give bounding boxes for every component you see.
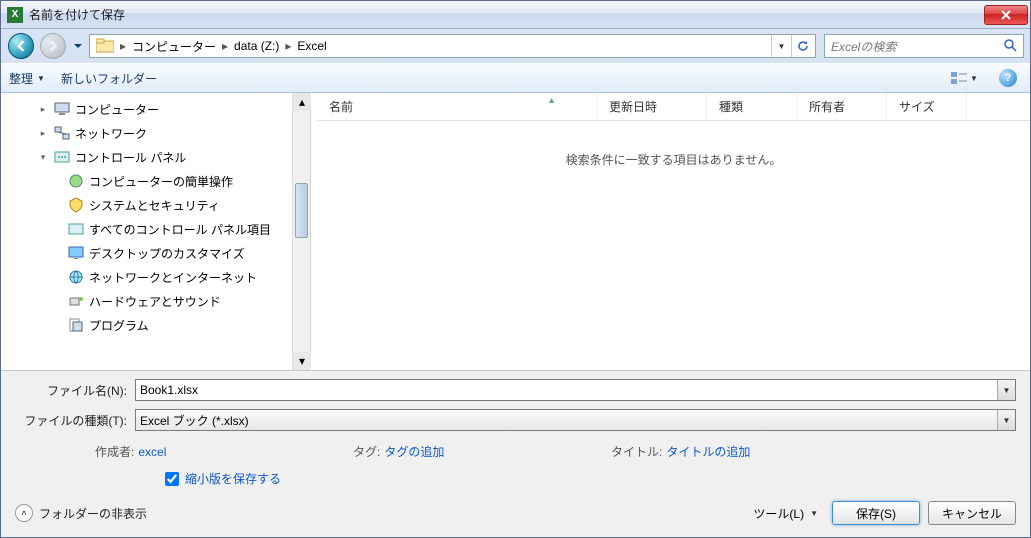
folder-tree-sidebar: ▸ コンピューター ▸ ネットワーク ▾ コントロール パネルコンピューターの簡単操作シス… — [1, 93, 311, 370]
titlebar: X 名前を付けて保存 — [1, 1, 1030, 29]
filename-input[interactable]: Book1.xlsx ▼ — [135, 379, 1016, 401]
tag-label: タグ: — [353, 443, 380, 460]
title-add-link[interactable]: タイトルの追加 — [666, 443, 750, 460]
folder-icon — [96, 38, 114, 54]
save-thumbnail-checkbox[interactable] — [165, 472, 179, 486]
tree-item-label: デスクトップのカスタマイズ — [89, 245, 245, 262]
tree-item-label: ネットワークとインターネット — [89, 269, 257, 286]
search-placeholder: Excelの検索 — [831, 38, 1003, 55]
navbar: ▸ コンピューター ▸ data (Z:) ▸ Excel ▼ Excelの検索 — [1, 29, 1030, 63]
hardware-icon — [67, 293, 85, 309]
breadcrumb-separator-icon: ▸ — [118, 39, 128, 53]
save-button[interactable]: 保存(S) — [832, 501, 920, 525]
excel-icon: X — [7, 7, 23, 23]
computer-icon — [53, 101, 71, 117]
file-list-pane: 名前▲ 更新日時 種類 所有者 サイズ 検索条件に一致する項目はありません。 — [317, 93, 1030, 370]
column-headers[interactable]: 名前▲ 更新日時 種類 所有者 サイズ — [317, 93, 1030, 121]
tree-item[interactable]: プログラム — [1, 313, 292, 337]
breadcrumb-folder[interactable]: Excel — [293, 35, 330, 57]
tree-item-label: ネットワーク — [75, 125, 147, 142]
scroll-thumb[interactable] — [295, 183, 308, 238]
tools-button[interactable]: ツール(L)▼ — [747, 505, 824, 522]
tree-item-label: ハードウェアとサウンド — [89, 293, 221, 310]
ease-icon — [67, 173, 85, 189]
programs-icon — [67, 317, 85, 333]
forward-button[interactable] — [39, 32, 67, 60]
sort-indicator-icon: ▲ — [547, 95, 556, 105]
tree-item-label: コントロール パネル — [75, 149, 186, 166]
desktop-icon — [67, 245, 85, 261]
window-title: 名前を付けて保存 — [29, 6, 984, 23]
bottom-panel: ファイル名(N): Book1.xlsx ▼ ファイルの種類(T): Excel… — [1, 370, 1030, 537]
help-button[interactable]: ? — [994, 67, 1022, 89]
folder-tree[interactable]: ▸ コンピューター ▸ ネットワーク ▾ コントロール パネルコンピューターの簡単操作シス… — [1, 93, 292, 370]
filename-value: Book1.xlsx — [140, 383, 198, 397]
filename-label: ファイル名(N): — [15, 382, 135, 399]
breadcrumb-drive[interactable]: data (Z:) — [230, 35, 283, 57]
column-type[interactable]: 種類 — [707, 93, 797, 120]
view-options-button[interactable]: ▼ — [950, 67, 978, 89]
author-label: 作成者: — [95, 443, 134, 460]
breadcrumb-computer[interactable]: コンピューター — [128, 35, 220, 57]
hide-folders-button[interactable]: ˄ フォルダーの非表示 — [15, 504, 147, 522]
filetype-label: ファイルの種類(T): — [15, 412, 135, 429]
author-value[interactable]: excel — [138, 445, 166, 459]
tree-item-label: コンピューターの簡単操作 — [89, 173, 233, 190]
network-icon — [53, 125, 71, 141]
organize-button[interactable]: 整理▼ — [9, 70, 45, 87]
expand-icon: ▾ — [37, 152, 49, 163]
tree-item[interactable]: システムとセキュリティ — [1, 193, 292, 217]
filetype-dropdown[interactable]: ▼ — [997, 410, 1015, 430]
tree-item[interactable]: ▸ ネットワーク — [1, 121, 292, 145]
new-folder-button[interactable]: 新しいフォルダー — [61, 70, 157, 87]
title-meta-label: タイトル: — [611, 443, 662, 460]
scroll-down-icon[interactable]: ▾ — [293, 352, 311, 370]
tree-item[interactable]: コンピューターの簡単操作 — [1, 169, 292, 193]
column-name[interactable]: 名前▲ — [317, 93, 597, 120]
sidebar-scrollbar[interactable]: ▴ ▾ — [292, 93, 310, 370]
tree-item[interactable]: ▾ コントロール パネル — [1, 145, 292, 169]
tree-item-label: コンピューター — [75, 101, 159, 118]
tree-item[interactable]: ネットワークとインターネット — [1, 265, 292, 289]
search-icon — [1003, 38, 1017, 55]
security-icon — [67, 197, 85, 213]
empty-folder-message: 検索条件に一致する項目はありません。 — [317, 121, 1030, 198]
tree-item-label: すべてのコントロール パネル項目 — [89, 221, 271, 238]
tree-item-label: システムとセキュリティ — [89, 197, 220, 214]
refresh-button[interactable] — [791, 35, 813, 57]
filetype-select[interactable]: Excel ブック (*.xlsx) ▼ — [135, 409, 1016, 431]
breadcrumb-separator-icon: ▸ — [283, 39, 293, 53]
help-icon: ? — [999, 69, 1017, 87]
column-owner[interactable]: 所有者 — [797, 93, 887, 120]
column-date[interactable]: 更新日時 — [597, 93, 707, 120]
chevron-up-icon: ˄ — [15, 504, 33, 522]
close-button[interactable] — [984, 5, 1028, 25]
back-button[interactable] — [7, 32, 35, 60]
save-as-dialog: X 名前を付けて保存 ▸ コンピューター ▸ data (Z:) ▸ Excel… — [0, 0, 1031, 538]
tree-item-label: プログラム — [89, 317, 149, 334]
column-size[interactable]: サイズ — [887, 93, 967, 120]
address-dropdown[interactable]: ▼ — [771, 35, 791, 57]
toolbar: 整理▼ 新しいフォルダー ▼ ? — [1, 63, 1030, 93]
nav-history-dropdown[interactable] — [71, 33, 85, 59]
scroll-up-icon[interactable]: ▴ — [293, 93, 311, 111]
tree-item[interactable]: ハードウェアとサウンド — [1, 289, 292, 313]
search-input[interactable]: Excelの検索 — [824, 34, 1024, 58]
tree-item[interactable]: デスクトップのカスタマイズ — [1, 241, 292, 265]
control-panel-icon — [53, 149, 71, 165]
save-thumbnail-label[interactable]: 縮小版を保存する — [185, 470, 281, 487]
filetype-value: Excel ブック (*.xlsx) — [140, 412, 249, 429]
all-cp-icon — [67, 221, 85, 237]
tag-add-link[interactable]: タグの追加 — [384, 443, 444, 460]
body: ▸ コンピューター ▸ ネットワーク ▾ コントロール パネルコンピューターの簡単操作シス… — [1, 93, 1030, 370]
cancel-button[interactable]: キャンセル — [928, 501, 1016, 525]
expand-icon: ▸ — [37, 128, 49, 139]
expand-icon: ▸ — [37, 104, 49, 115]
tree-item[interactable]: ▸ コンピューター — [1, 97, 292, 121]
address-bar[interactable]: ▸ コンピューター ▸ data (Z:) ▸ Excel ▼ — [89, 34, 816, 58]
net-icon — [67, 269, 85, 285]
breadcrumb-separator-icon: ▸ — [220, 39, 230, 53]
tree-item[interactable]: すべてのコントロール パネル項目 — [1, 217, 292, 241]
filename-dropdown[interactable]: ▼ — [997, 380, 1015, 400]
